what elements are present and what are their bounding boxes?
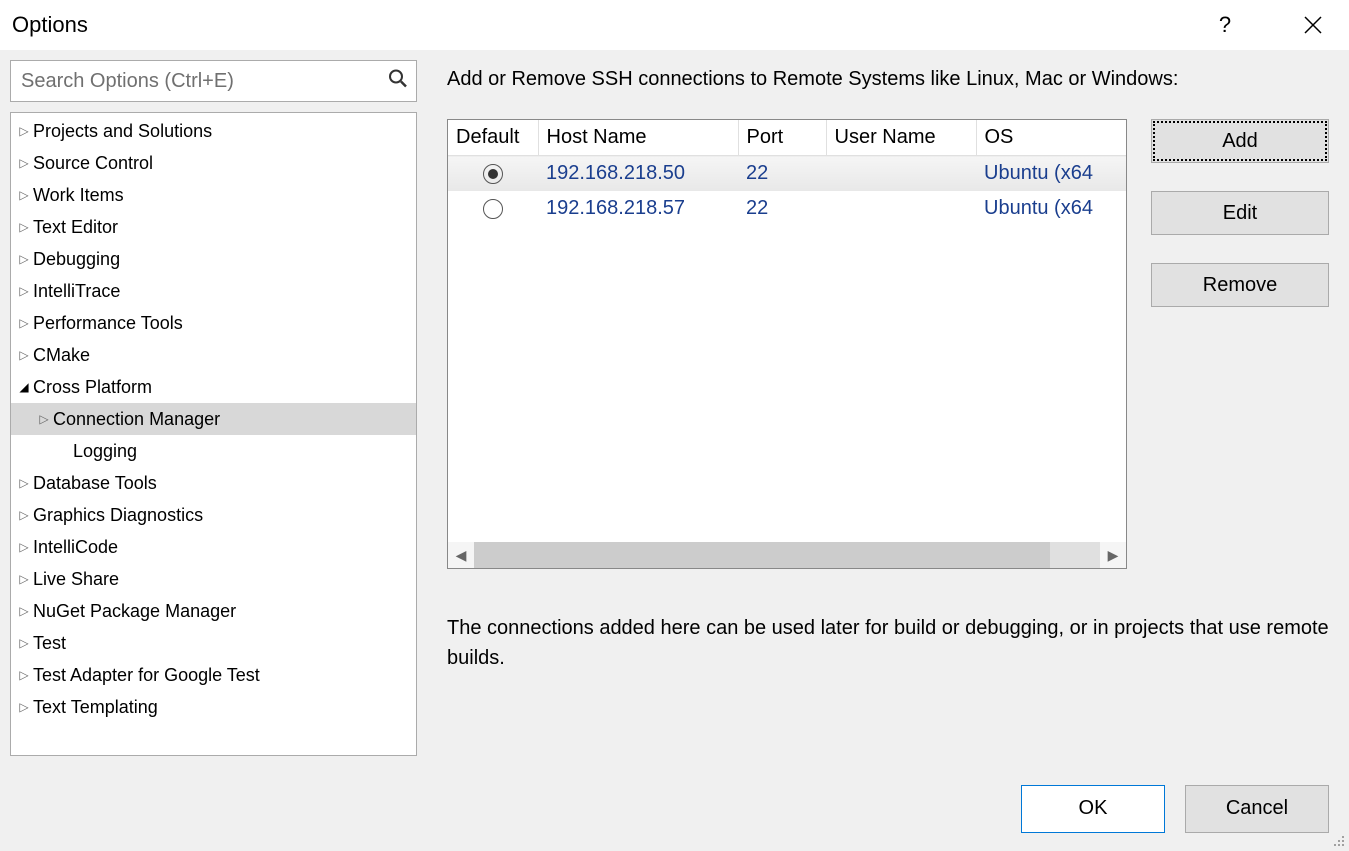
cell-username xyxy=(826,156,976,192)
question-icon: ? xyxy=(1219,12,1231,38)
tree-item[interactable]: ▷Projects and Solutions xyxy=(11,115,416,147)
chevron-right-icon[interactable]: ▷ xyxy=(15,348,33,362)
default-radio[interactable] xyxy=(483,199,503,219)
tree-item[interactable]: ▷Live Share xyxy=(11,563,416,595)
remove-button[interactable]: Remove xyxy=(1151,263,1329,307)
chevron-right-icon[interactable]: ▷ xyxy=(15,476,33,490)
scroll-thumb[interactable] xyxy=(474,542,1050,568)
tree-item[interactable]: ▷Test xyxy=(11,627,416,659)
chevron-right-icon[interactable]: ▷ xyxy=(15,700,33,714)
chevron-right-icon[interactable]: ▷ xyxy=(15,156,33,170)
chevron-right-icon[interactable]: ▷ xyxy=(15,252,33,266)
chevron-right-icon[interactable]: ▷ xyxy=(35,412,53,426)
tree-item-label: Debugging xyxy=(33,249,120,270)
chevron-right-icon[interactable]: ▷ xyxy=(15,188,33,202)
scroll-right-icon[interactable]: ▶ xyxy=(1100,542,1126,568)
search-input[interactable] xyxy=(11,61,376,101)
cell-os: Ubuntu (x64 xyxy=(976,156,1126,192)
default-radio[interactable] xyxy=(483,164,503,184)
tree-item[interactable]: ▷Performance Tools xyxy=(11,307,416,339)
cancel-button[interactable]: Cancel xyxy=(1185,785,1329,833)
cell-hostname: 192.168.218.57 xyxy=(538,191,738,226)
table-row[interactable]: 192.168.218.5022 Ubuntu (x64 xyxy=(448,156,1126,192)
connections-table: Default Host Name Port User Name OS 192.… xyxy=(447,119,1127,569)
close-icon xyxy=(1303,15,1323,35)
chevron-down-icon[interactable]: ◢ xyxy=(15,380,33,394)
panel-description-top: Add or Remove SSH connections to Remote … xyxy=(447,68,1329,91)
tree-item-label: CMake xyxy=(33,345,90,366)
tree-item[interactable]: ▷Text Templating xyxy=(11,691,416,723)
scroll-track[interactable] xyxy=(474,542,1100,568)
resize-grip-icon[interactable] xyxy=(1331,833,1345,847)
panel-description-bottom: The connections added here can be used l… xyxy=(447,613,1329,673)
cell-os: Ubuntu (x64 xyxy=(976,191,1126,226)
ok-button[interactable]: OK xyxy=(1021,785,1165,833)
tree-item-label: Logging xyxy=(73,441,137,462)
tree-item[interactable]: ▷Work Items xyxy=(11,179,416,211)
tree-item[interactable]: ▷Text Editor xyxy=(11,211,416,243)
scroll-left-icon[interactable]: ◀ xyxy=(448,542,474,568)
tree-item-label: Database Tools xyxy=(33,473,157,494)
chevron-right-icon[interactable]: ▷ xyxy=(15,220,33,234)
tree-item[interactable]: ▷IntelliCode xyxy=(11,531,416,563)
tree-item-label: Connection Manager xyxy=(53,409,220,430)
tree-item[interactable]: ▷IntelliTrace xyxy=(11,275,416,307)
chevron-right-icon[interactable]: ▷ xyxy=(15,636,33,650)
col-port[interactable]: Port xyxy=(738,120,826,156)
tree-item[interactable]: ▷Connection Manager xyxy=(11,403,416,435)
tree-item-label: Cross Platform xyxy=(33,377,152,398)
tree-item-label: Performance Tools xyxy=(33,313,183,334)
add-button[interactable]: Add xyxy=(1151,119,1329,163)
tree-item-label: Graphics Diagnostics xyxy=(33,505,203,526)
horizontal-scrollbar[interactable]: ◀ ▶ xyxy=(448,542,1126,568)
close-button[interactable] xyxy=(1289,5,1337,45)
tree-item-label: Work Items xyxy=(33,185,124,206)
help-button[interactable]: ? xyxy=(1201,5,1249,45)
chevron-right-icon[interactable]: ▷ xyxy=(15,508,33,522)
tree-item-label: Test xyxy=(33,633,66,654)
tree-item[interactable]: Logging xyxy=(11,435,416,467)
tree-item[interactable]: ◢Cross Platform xyxy=(11,371,416,403)
col-os[interactable]: OS xyxy=(976,120,1126,156)
chevron-right-icon[interactable]: ▷ xyxy=(15,604,33,618)
chevron-right-icon[interactable]: ▷ xyxy=(15,668,33,682)
col-default[interactable]: Default xyxy=(448,120,538,156)
cell-username xyxy=(826,191,976,226)
cell-hostname: 192.168.218.50 xyxy=(538,156,738,192)
col-username[interactable]: User Name xyxy=(826,120,976,156)
dialog-title: Options xyxy=(12,12,1201,38)
cell-port: 22 xyxy=(738,191,826,226)
tree-item[interactable]: ▷Source Control xyxy=(11,147,416,179)
dialog-footer: OK Cancel xyxy=(0,766,1349,851)
cell-port: 22 xyxy=(738,156,826,192)
chevron-right-icon[interactable]: ▷ xyxy=(15,316,33,330)
tree-item-label: Text Editor xyxy=(33,217,118,238)
chevron-right-icon[interactable]: ▷ xyxy=(15,284,33,298)
tree-item[interactable]: ▷NuGet Package Manager xyxy=(11,595,416,627)
table-row[interactable]: 192.168.218.5722 Ubuntu (x64 xyxy=(448,191,1126,226)
tree-item[interactable]: ▷CMake xyxy=(11,339,416,371)
tree-item-label: NuGet Package Manager xyxy=(33,601,236,622)
tree-item-label: IntelliTrace xyxy=(33,281,120,302)
search-wrap xyxy=(10,60,417,102)
tree-item-label: Source Control xyxy=(33,153,153,174)
tree-item-label: Projects and Solutions xyxy=(33,121,212,142)
tree-item-label: IntelliCode xyxy=(33,537,118,558)
col-hostname[interactable]: Host Name xyxy=(538,120,738,156)
search-icon[interactable] xyxy=(388,69,408,94)
chevron-right-icon[interactable]: ▷ xyxy=(15,540,33,554)
tree-item[interactable]: ▷Debugging xyxy=(11,243,416,275)
tree-item[interactable]: ▷Graphics Diagnostics xyxy=(11,499,416,531)
chevron-right-icon[interactable]: ▷ xyxy=(15,572,33,586)
options-tree[interactable]: ▷Projects and Solutions▷Source Control▷W… xyxy=(11,113,416,755)
edit-button[interactable]: Edit xyxy=(1151,191,1329,235)
tree-item-label: Test Adapter for Google Test xyxy=(33,665,260,686)
tree-item[interactable]: ▷Test Adapter for Google Test xyxy=(11,659,416,691)
chevron-right-icon[interactable]: ▷ xyxy=(15,124,33,138)
tree-item-label: Live Share xyxy=(33,569,119,590)
tree-item-label: Text Templating xyxy=(33,697,158,718)
tree-item[interactable]: ▷Database Tools xyxy=(11,467,416,499)
titlebar: Options ? xyxy=(0,0,1349,50)
